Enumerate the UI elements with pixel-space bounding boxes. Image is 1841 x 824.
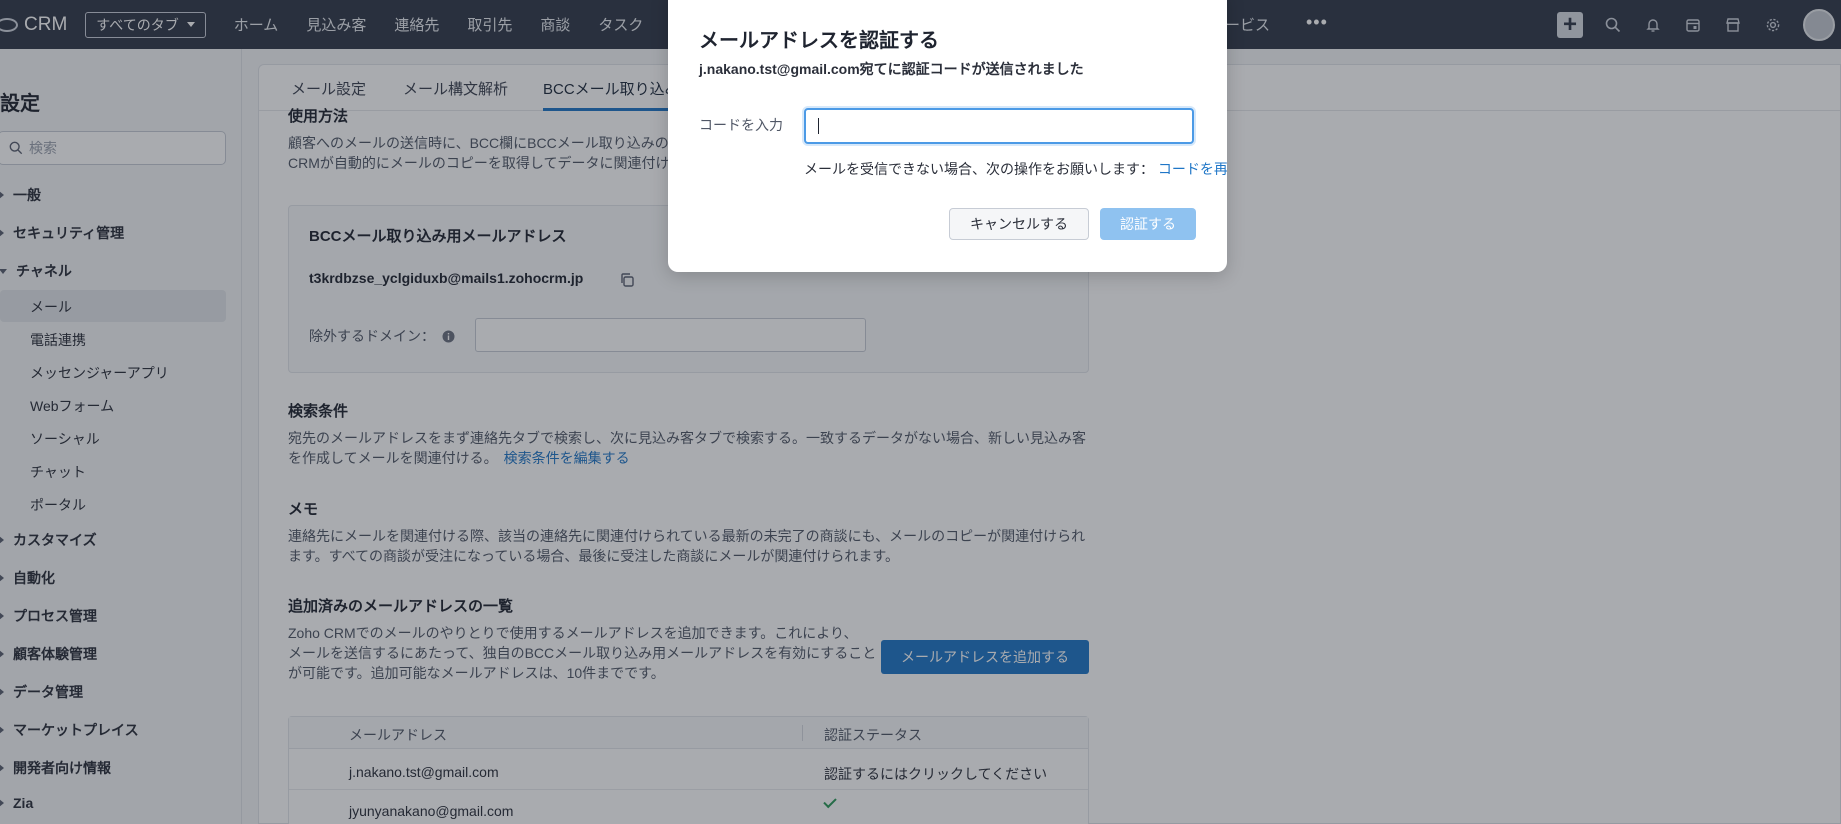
- dialog-title: メールアドレスを認証する: [699, 30, 939, 52]
- dialog-subtitle: j.nakano.tst@gmail.com宛てに認証コードが送信されました: [699, 61, 1084, 77]
- verify-button[interactable]: 認証する: [1100, 208, 1196, 240]
- resend-code-link[interactable]: コードを再: [1158, 161, 1227, 177]
- resend-help-text: メールを受信できない場合、次の操作をお願いします： コードを再: [804, 159, 1227, 179]
- verify-email-dialog: メールアドレスを認証する j.nakano.tst@gmail.com宛てに認証…: [668, 0, 1227, 272]
- verification-code-input[interactable]: [804, 108, 1194, 144]
- help-text: メールを受信できない場合、次の操作をお願いします：: [804, 161, 1154, 177]
- code-field-label: コードを入力: [699, 117, 783, 133]
- cancel-button[interactable]: キャンセルする: [949, 208, 1089, 240]
- text-cursor: [818, 118, 819, 134]
